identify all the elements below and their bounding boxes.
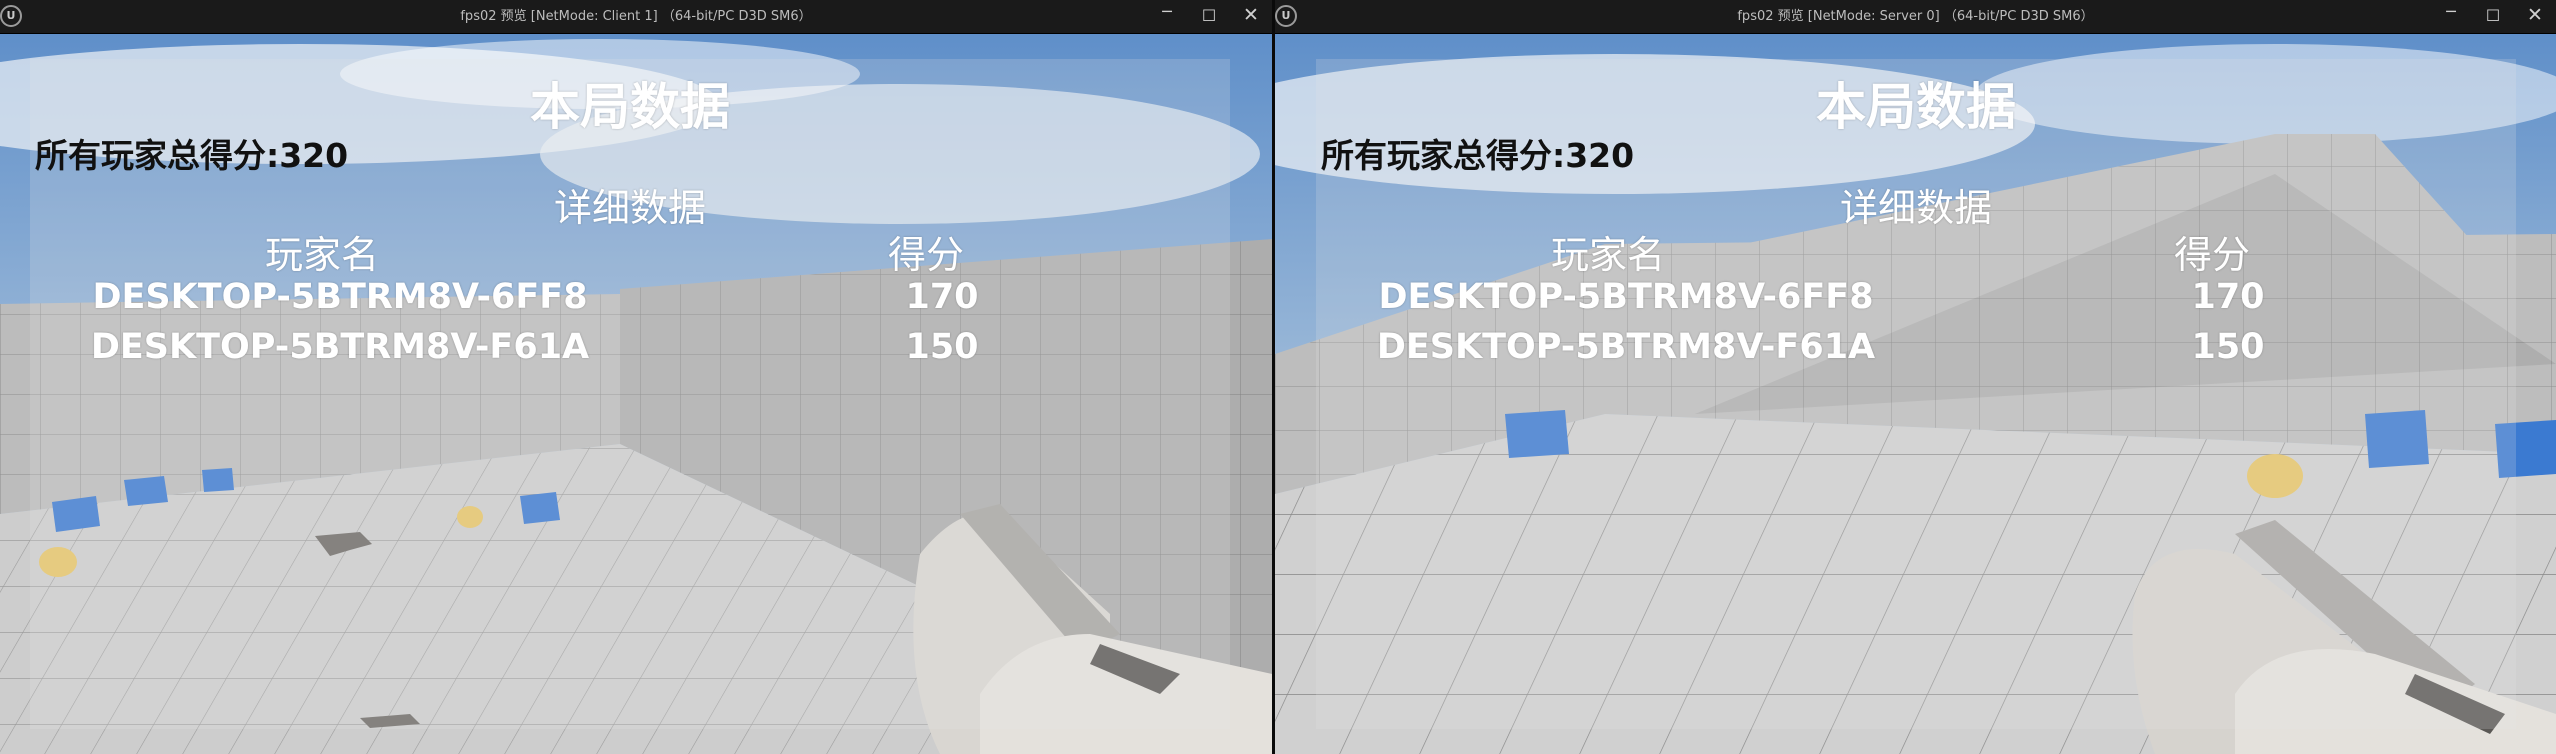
server-window: U fps02 预览 [NetMode: Server 0] （64-bit/P… [1275,0,2556,754]
player-score: 170 [2191,277,2265,317]
close-button[interactable]: ✕ [1230,0,1272,33]
game-viewport[interactable]: 本局数据 所有玩家总得分:320 详细数据 玩家名 得分 DESKTOP-5BT… [1275,34,2556,754]
total-score: 所有玩家总得分:320 [1321,136,1635,175]
player-name: DESKTOP-5BTRM8V-6FF8 [92,277,588,317]
player-name: DESKTOP-5BTRM8V-6FF8 [1378,277,1874,317]
player-score: 150 [905,327,979,367]
player-score: 150 [2191,327,2265,367]
details-heading: 详细数据 [1839,186,1992,230]
match-stats-panel: 本局数据 所有玩家总得分:320 详细数据 玩家名 得分 DESKTOP-5BT… [1316,59,2516,729]
maximize-button[interactable]: ☐ [2472,0,2514,33]
match-stats-panel: 本局数据 所有玩家总得分:320 详细数据 玩家名 得分 DESKTOP-5BT… [30,59,1230,729]
column-header-score: 得分 [2174,233,2251,277]
minimize-button[interactable]: ─ [2430,0,2472,33]
window-title: fps02 预览 [NetMode: Client 1] （64-bit/PC … [460,9,812,24]
player-name: DESKTOP-5BTRM8V-F61A [1376,327,1876,367]
window-title: fps02 预览 [NetMode: Server 0] （64-bit/PC … [1737,9,2094,24]
minimize-button[interactable]: ─ [1146,0,1188,33]
client-window: U fps02 预览 [NetMode: Client 1] （64-bit/P… [0,0,1272,754]
player-score: 170 [905,277,979,317]
column-header-player-name: 玩家名 [1551,233,1666,277]
player-name: DESKTOP-5BTRM8V-F61A [90,327,590,367]
column-header-player-name: 玩家名 [265,233,380,277]
maximize-button[interactable]: ☐ [1188,0,1230,33]
titlebar[interactable]: U fps02 预览 [NetMode: Server 0] （64-bit/P… [1275,0,2556,34]
column-header-score: 得分 [888,233,965,277]
details-heading: 详细数据 [553,186,706,230]
total-score: 所有玩家总得分:320 [35,136,349,175]
close-button[interactable]: ✕ [2514,0,2556,33]
game-viewport[interactable]: 本局数据 所有玩家总得分:320 详细数据 玩家名 得分 DESKTOP-5BT… [0,34,1272,754]
titlebar[interactable]: U fps02 预览 [NetMode: Client 1] （64-bit/P… [0,0,1272,34]
